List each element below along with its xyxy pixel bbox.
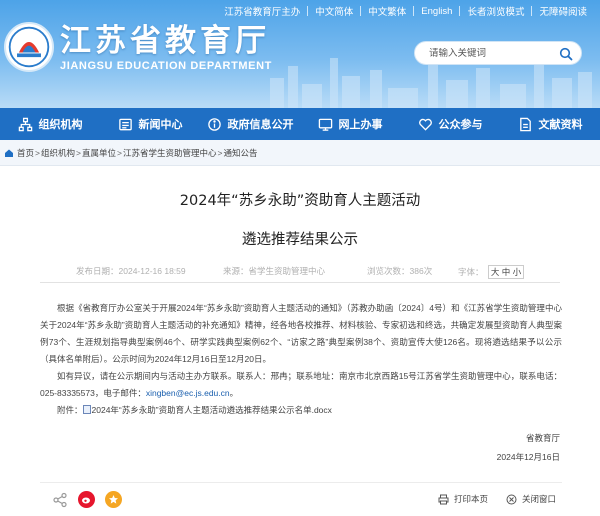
news-icon (118, 118, 132, 130)
topbar-traditional-link[interactable]: 中文繁体 (361, 4, 413, 18)
favorite-star-icon[interactable] (105, 491, 122, 508)
contact-email-link[interactable]: xingben@ec.js.edu.cn (146, 388, 230, 398)
main-nav: 组织机构 新闻中心 政府信息公开 网上办事 公众参与 文献资料 (0, 108, 600, 140)
nav-item-public-participation[interactable]: 公众参与 (400, 108, 500, 140)
article-title-line1: 2024年“苏乡永助”资助育人主题活动 (179, 193, 421, 209)
search-icon[interactable] (559, 47, 573, 61)
department-logo-icon[interactable] (4, 22, 54, 72)
nav-label: 文献资料 (538, 119, 583, 131)
publish-date: 发布日期：2024-12-16 18:59 (76, 266, 186, 276)
close-icon (506, 494, 517, 504)
nav-label: 网上办事 (338, 119, 383, 131)
breadcrumb-organization[interactable]: 组织机构 (41, 147, 75, 159)
site-header: 江苏省教育厅主办 中文简体 中文繁体 English 长者浏览模式 无障碍阅读 … (0, 0, 600, 108)
font-size-small[interactable]: 小 (513, 267, 522, 277)
signature-org: 省教育厅 (525, 433, 560, 443)
docx-file-icon (82, 405, 91, 414)
org-icon (18, 117, 32, 131)
paragraph-2: 如有异议，请在公示期间内与活动主办方联系。联系人：邢冉；联系地址：南京市北京西路… (40, 371, 562, 398)
article-meta: 发布日期：2024-12-16 18:59 来源：省学生资助管理中心 浏览次数：… (40, 259, 560, 283)
home-icon (5, 149, 13, 157)
font-size-large[interactable]: 大 (491, 267, 500, 277)
attachment-line: 附件： 2024年“苏乡永助”资助育人主题活动遴选推荐结果公示名单.docx (57, 405, 332, 415)
attachment-link[interactable]: 2024年“苏乡永助”资助育人主题活动遴选推荐结果公示名单.docx (92, 405, 332, 415)
nav-label: 政府信息公开 (227, 119, 294, 131)
article-source: 来源：省学生资助管理中心 (223, 266, 326, 276)
nav-label: 新闻中心 (138, 119, 183, 131)
breadcrumb-notices[interactable]: 通知公告 (223, 147, 257, 159)
topbar-simplified-link[interactable]: 中文简体 (308, 4, 360, 18)
view-count: 浏览次数：386次 (367, 266, 433, 276)
site-title: 江苏省教育厅 (60, 23, 270, 59)
printer-icon (438, 494, 449, 504)
topbar-accessibility-link[interactable]: 无障碍阅读 (532, 4, 594, 18)
top-utility-bar: 江苏省教育厅主办 中文简体 中文繁体 English 长者浏览模式 无障碍阅读 (217, 3, 594, 19)
font-size-medium[interactable]: 中 (502, 267, 511, 277)
signature-date: 2024年12月16日 (496, 452, 560, 462)
nav-label: 公众参与 (438, 119, 483, 131)
service-icon (318, 118, 332, 131)
article-body: 根据《省教育厅办公室关于开展2024年“苏乡永助”资助育人主题活动的通知》（苏教… (40, 300, 562, 419)
heart-icon (418, 118, 432, 131)
nav-item-news[interactable]: 新闻中心 (100, 108, 200, 140)
breadcrumb-separator: > (35, 147, 40, 158)
docs-icon (519, 117, 531, 131)
font-size-control: 字体： 大 中 小 (458, 265, 525, 279)
weibo-share-icon[interactable] (78, 491, 95, 508)
share-bar (52, 491, 122, 508)
topbar-elder-mode-link[interactable]: 长者浏览模式 (460, 4, 531, 18)
close-label: 关闭窗口 (521, 494, 556, 504)
breadcrumb-aid-center[interactable]: 江苏省学生资助管理中心 (123, 147, 217, 159)
breadcrumb-separator: > (76, 147, 81, 158)
nav-item-online-service[interactable]: 网上办事 (300, 108, 400, 140)
share-icon[interactable] (52, 492, 68, 508)
nav-label: 组织机构 (38, 119, 83, 131)
breadcrumb: 首页 > 组织机构 > 直属单位 > 江苏省学生资助管理中心 > 通知公告 (0, 140, 600, 166)
nav-item-organization[interactable]: 组织机构 (0, 108, 100, 140)
paragraph-1: 根据《省教育厅办公室关于开展2024年“苏乡永助”资助育人主题活动的通知》（苏教… (40, 303, 562, 364)
search-box (414, 41, 582, 65)
info-icon (207, 117, 221, 131)
breadcrumb-home[interactable]: 首页 (17, 147, 34, 159)
breadcrumb-separator: > (217, 147, 223, 158)
search-input[interactable] (429, 47, 549, 59)
nav-item-documents[interactable]: 文献资料 (500, 108, 600, 140)
article-footer: 打印本页 关闭窗口 (40, 482, 562, 516)
breadcrumb-affiliated-units[interactable]: 直属单位 (82, 147, 116, 159)
close-window-button[interactable]: 关闭窗口 (506, 493, 556, 505)
print-button[interactable]: 打印本页 (438, 493, 488, 505)
page-actions: 打印本页 关闭窗口 (438, 493, 556, 505)
breadcrumb-separator: > (116, 147, 122, 158)
site-subtitle: JIANGSU EDUCATION DEPARTMENT (60, 60, 272, 72)
topbar-host-link[interactable]: 江苏省教育厅主办 (217, 4, 307, 18)
article-title-line2: 遴选推荐结果公示 (242, 232, 358, 248)
font-size-switcher: 大 中 小 (487, 265, 525, 279)
print-label: 打印本页 (453, 494, 488, 504)
nav-item-gov-info[interactable]: 政府信息公开 (200, 108, 300, 140)
topbar-english-link[interactable]: English (414, 6, 459, 17)
